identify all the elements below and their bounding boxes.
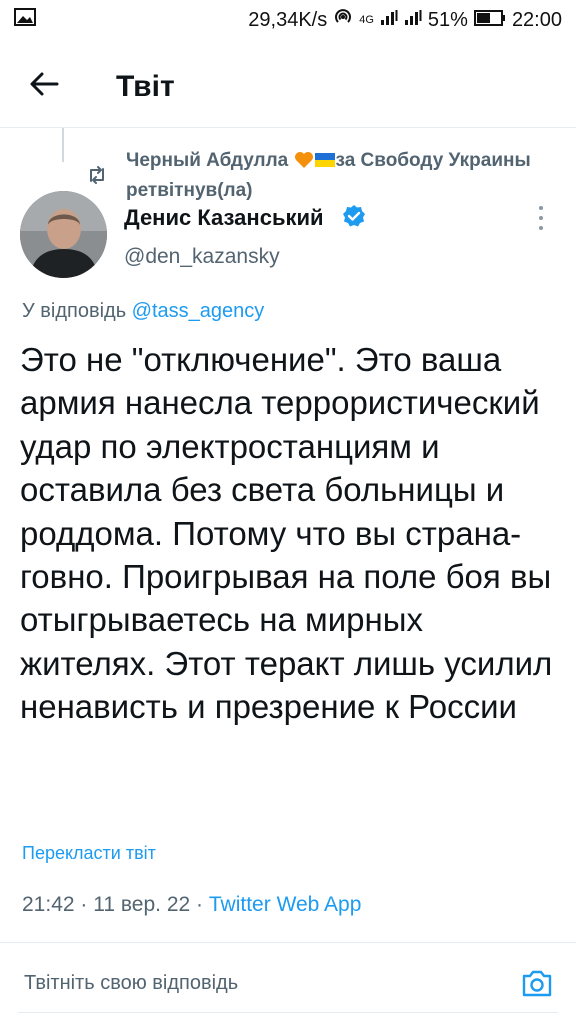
retweeter-name: Черный Абдулла (126, 150, 289, 171)
translate-tweet-link[interactable]: Перекласти твіт (22, 843, 156, 864)
battery-percent: 51% (427, 8, 468, 31)
tweet-source-link[interactable]: Twitter Web App (209, 893, 362, 916)
network-type-label: 4G (359, 14, 374, 26)
meta-separator: · (80, 893, 88, 916)
tweet-time: 21:42 (22, 893, 75, 916)
arrow-left-icon (29, 71, 59, 102)
top-app-bar: Твіт (0, 44, 576, 124)
reply-underline (18, 1012, 558, 1013)
verified-badge-icon (342, 204, 366, 228)
reply-mention-link[interactable]: @tass_agency (132, 300, 265, 322)
ukraine-flag-icon (314, 150, 336, 177)
tweet-metadata: 21:42 · 11 вер. 22 · Twitter Web App (22, 893, 361, 917)
retweet-context[interactable]: Черный Абдулла за Свободу Украины ретвіт… (126, 147, 566, 204)
avatar[interactable] (20, 191, 107, 278)
back-button[interactable] (26, 68, 62, 104)
network-speed: 29,34K/s (248, 8, 328, 31)
retweet-action: ретвітнув(ла) (126, 180, 253, 201)
clock: 22:00 (511, 8, 562, 31)
signal-icon-2 (404, 8, 422, 32)
tweet-text: Это не "отключение". Это ваша армия нане… (20, 341, 553, 726)
more-options-icon[interactable] (534, 206, 548, 230)
page-title: Твіт (116, 70, 175, 103)
signal-icon (380, 8, 398, 32)
author-name[interactable]: Денис Казанський (124, 205, 324, 231)
battery-icon (473, 9, 506, 32)
tweet-date: 11 вер. 22 (93, 893, 191, 916)
header-divider (0, 127, 576, 128)
thread-line (62, 128, 64, 162)
hotspot-icon (333, 7, 353, 33)
gallery-notification-icon (14, 8, 36, 32)
orange-heart-icon (294, 150, 314, 177)
reply-context: У відповідь @tass_agency (22, 300, 264, 323)
status-bar: 29,34K/s 4G 51% 22:00 (0, 0, 576, 40)
retweet-icon (86, 164, 108, 186)
reply-input[interactable]: Твітніть свою відповідь (24, 972, 238, 995)
author-handle[interactable]: @den_kazansky (124, 245, 280, 269)
meta-separator-2: · (196, 893, 204, 916)
reply-prefix: У відповідь (22, 300, 132, 322)
divider (0, 942, 576, 943)
camera-icon[interactable] (520, 966, 554, 1000)
retweeter-suffix: за Свободу Украины (335, 150, 531, 171)
